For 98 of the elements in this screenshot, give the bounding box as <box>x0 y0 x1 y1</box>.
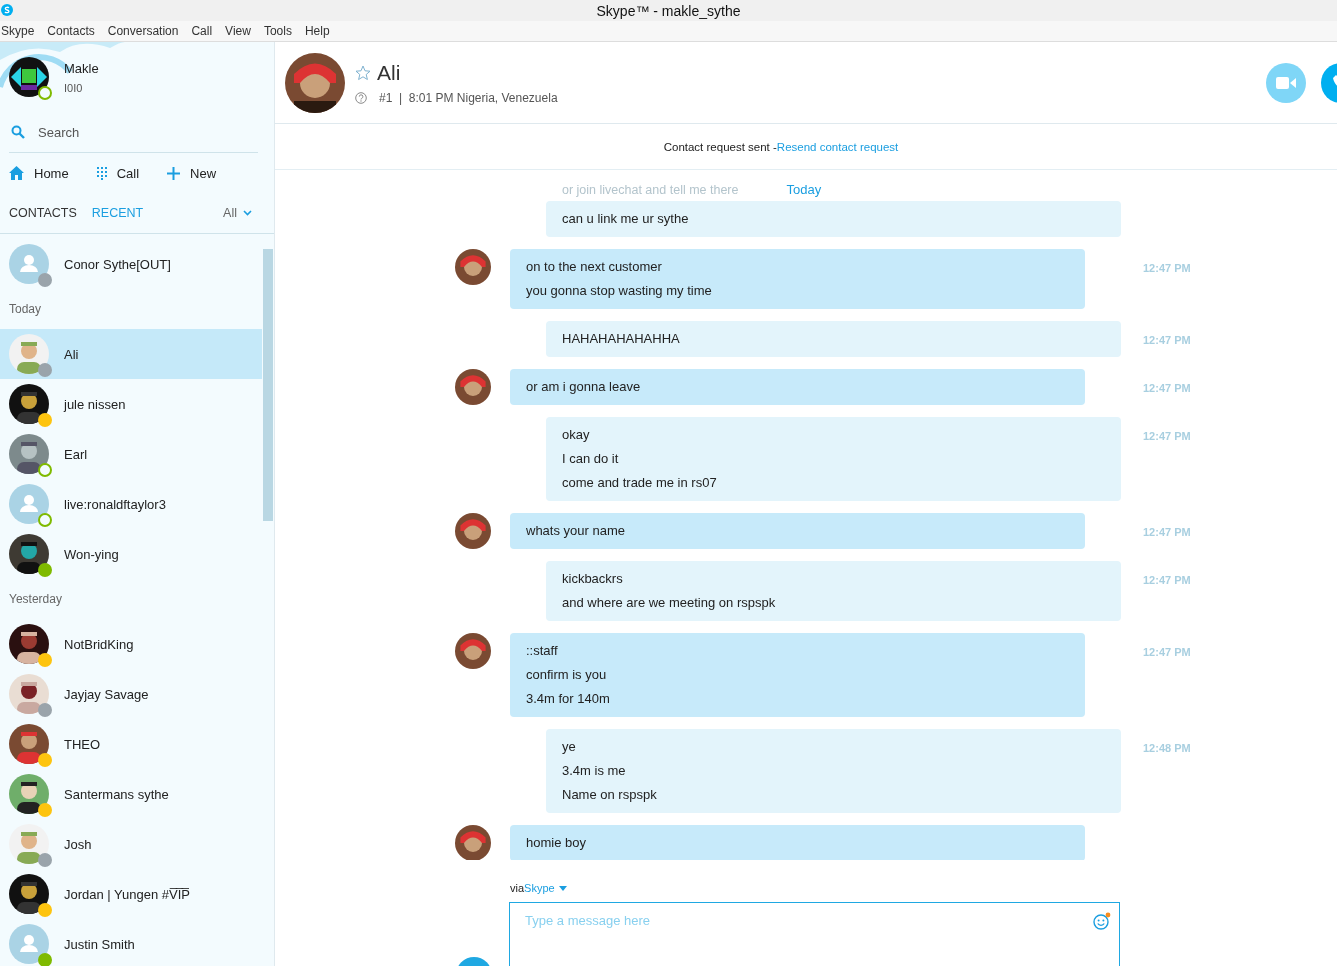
emoticon-icon[interactable] <box>1093 912 1111 930</box>
contact-name: Jayjay Savage <box>64 686 149 702</box>
window-title: Skype™ - makle_sythe <box>596 2 741 19</box>
contact-item[interactable]: Jayjay Savage <box>0 669 262 719</box>
status-icon <box>38 413 52 427</box>
message-bubble: can u link me ur sythe <box>546 201 1121 237</box>
default-avatar-icon <box>9 484 49 524</box>
contact-name: Won-ying <box>64 546 119 562</box>
filter-dropdown[interactable]: All <box>223 206 252 220</box>
search-field[interactable]: Search <box>36 123 240 141</box>
menu-item[interactable]: Tools <box>263 24 292 38</box>
contact-name: Ali <box>64 346 79 362</box>
status-icon <box>38 86 52 100</box>
plus-icon <box>167 166 181 180</box>
status-icon <box>38 273 52 287</box>
contact-item[interactable]: jule nissen <box>0 379 262 429</box>
status-icon <box>38 463 52 477</box>
contact-name: Conor Sythe[OUT] <box>64 256 171 272</box>
status-icon <box>38 363 52 377</box>
status-icon <box>38 563 52 577</box>
notice-text: Contact request sent - <box>663 140 777 153</box>
message-time: 12:48 PM <box>1143 742 1191 754</box>
message-field[interactable]: Type a message here <box>509 902 1120 966</box>
contact-name: Earl <box>64 446 88 462</box>
contact-item[interactable]: Ali <box>0 329 262 379</box>
nav-button[interactable]: Call <box>96 165 140 181</box>
message-time: 12:47 PM <box>1143 526 1191 538</box>
contact-name: Josh <box>64 836 92 852</box>
status-icon <box>38 903 52 917</box>
home-icon <box>9 166 24 180</box>
menu-item[interactable]: Call <box>191 24 213 38</box>
nav-button[interactable]: New <box>167 165 217 181</box>
video-call-button[interactable] <box>1266 62 1306 103</box>
contact-info: #1 | 8:01 PM Nigeria, Venezuela <box>379 90 558 105</box>
contact-name: live:ronaldftaylor3 <box>64 496 166 512</box>
status-icon <box>38 653 52 667</box>
contact-item[interactable]: Conor Sythe[OUT] <box>0 239 262 289</box>
status-icon <box>38 953 52 966</box>
message-bubble: whats your name <box>510 513 1085 549</box>
contact-item[interactable]: Josh <box>0 819 262 869</box>
contact-name: Jordan | Yungen #V̅I̅P̅ <box>64 886 190 902</box>
menu-item[interactable]: Skype <box>1 24 35 38</box>
contact-title: Ali <box>377 60 401 85</box>
menu-item[interactable]: View <box>225 24 251 38</box>
menu-item[interactable]: Help <box>304 24 330 38</box>
caret-icon <box>558 885 567 891</box>
day-label: Today <box>786 182 822 197</box>
default-avatar-icon <box>9 244 49 284</box>
faded-message: or join livechat and tell me there <box>562 182 739 197</box>
status-icon <box>38 513 52 527</box>
tab[interactable]: CONTACTS <box>9 206 77 220</box>
status-icon <box>38 853 52 867</box>
menu-item[interactable]: Contacts <box>47 24 95 38</box>
message-time: 12:47 PM <box>1143 334 1191 346</box>
contact-item[interactable]: Won-ying <box>0 529 262 579</box>
message-time: 12:47 PM <box>1143 574 1191 586</box>
star-icon[interactable] <box>355 64 371 81</box>
message-time: 12:47 PM <box>1143 646 1191 658</box>
status-icon <box>38 753 52 767</box>
dialpad-icon <box>96 166 107 180</box>
message-bubble: okay I can do it come and trade me in rs07 <box>546 417 1121 501</box>
status-icon <box>38 703 52 717</box>
contact-item[interactable]: live:ronaldftaylor3 <box>0 479 262 529</box>
contact-item[interactable]: Earl <box>0 429 262 479</box>
contact-item[interactable]: NotBridKing <box>0 619 262 669</box>
message-bubble: ::staff confirm is you 3.4m for 140m <box>510 633 1085 717</box>
contact-item[interactable]: Justin Smith <box>0 919 262 966</box>
group-header: Yesterday <box>8 591 63 608</box>
contact-item[interactable]: THEO <box>0 719 262 769</box>
message-bubble: on to the next customer you gonna stop wasting my time <box>510 249 1085 309</box>
contact-name: Santermans sythe <box>64 786 169 802</box>
contact-item[interactable]: Santermans sythe <box>0 769 262 819</box>
message-time: 12:47 PM <box>1143 262 1191 274</box>
mood-message: I0I0 <box>64 81 84 94</box>
contact-name: jule nissen <box>64 396 126 412</box>
message-time: 12:47 PM <box>1143 430 1191 442</box>
profile-name: Makle <box>64 60 99 76</box>
group-header: Today <box>8 301 43 318</box>
search-icon <box>11 125 25 139</box>
help-icon <box>355 91 367 104</box>
message-bubble: homie boy <box>510 825 1085 860</box>
contact-item[interactable]: Jordan | Yungen #V̅I̅P̅ <box>0 869 262 919</box>
contact-name: Justin Smith <box>64 936 135 952</box>
contact-name: NotBridKing <box>64 636 134 652</box>
message-time: 12:47 PM <box>1143 382 1191 394</box>
scrollbar[interactable] <box>263 249 273 521</box>
caret-icon <box>243 210 252 216</box>
via-label: via <box>510 882 525 894</box>
status-icon <box>38 803 52 817</box>
menu-item[interactable]: Conversation <box>107 24 179 38</box>
message-bubble: kickbackrs and where are we meeting on rspspk <box>546 561 1121 621</box>
contact-name: THEO <box>64 736 101 752</box>
message-bubble: or am i gonna leave <box>510 369 1085 405</box>
message-bubble: ye 3.4m is me Name on rspspk <box>546 729 1121 813</box>
nav-button[interactable]: Home <box>9 165 69 181</box>
skype-logo-icon <box>1 4 13 16</box>
video-camera-icon <box>1276 76 1296 89</box>
message-bubble: HAHAHAHAHAHHA <box>546 321 1121 357</box>
